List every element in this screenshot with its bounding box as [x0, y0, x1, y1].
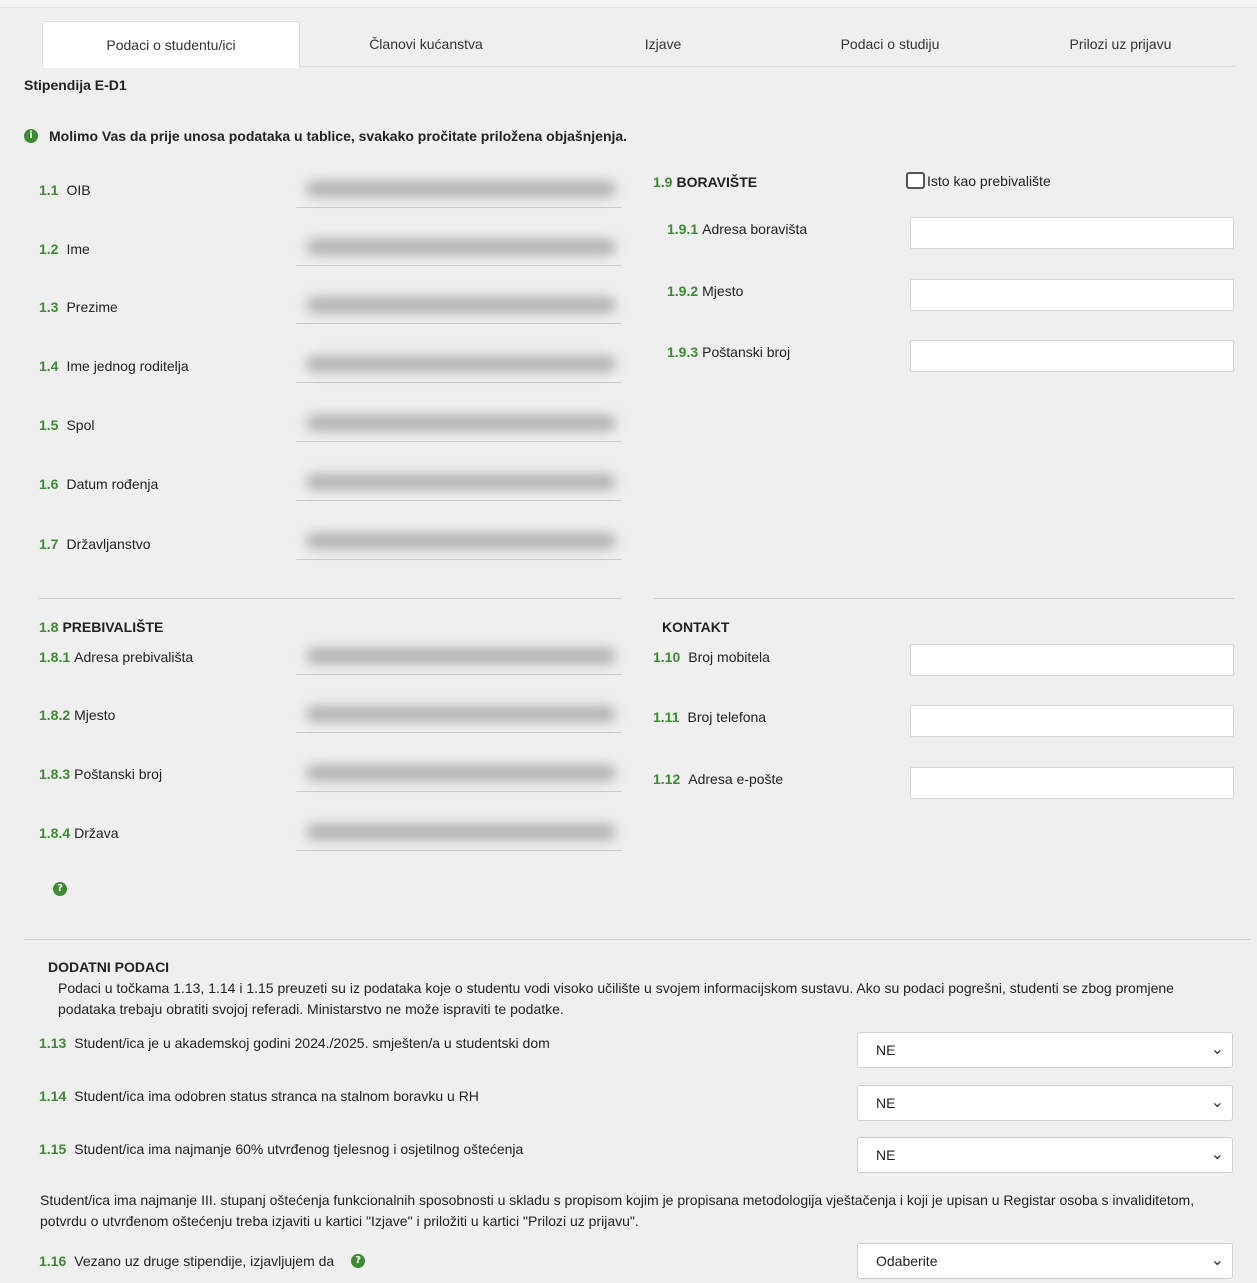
field-label-ime-roditelja: 1.4 Ime jednog roditelja — [39, 358, 189, 374]
field-label-druge-stipendije: 1.16 Vezano uz druge stipendije, izjavlju… — [39, 1253, 366, 1269]
help-icon[interactable]: ? — [53, 882, 67, 896]
prezime-value — [296, 288, 622, 324]
field-label-status-stranca: 1.14 Student/ica ima odobren status stran… — [39, 1088, 479, 1104]
checkbox-label: Isto kao prebivalište — [927, 172, 1051, 189]
kontakt-title: KONTAKT — [662, 619, 730, 635]
field-label-drzavljanstvo: 1.7 Državljanstvo — [39, 536, 151, 552]
spol-value — [296, 406, 622, 442]
divider — [24, 939, 1251, 940]
adresa-boravista-input[interactable] — [910, 217, 1234, 249]
field-label-prezime: 1.3 Prezime — [39, 299, 118, 315]
status-stranca-select[interactable]: NE ⌄ — [857, 1085, 1233, 1121]
field-label-ostecenje: 1.15 Student/ica ima najmanje 60% utvrđen… — [39, 1141, 524, 1157]
tab-izjave[interactable]: Izjave — [552, 21, 774, 67]
field-label-studentski-dom: 1.13 Student/ica je u akademskoj godini 2… — [39, 1035, 550, 1051]
field-label-datum-rodenja: 1.6 Datum rođenja — [39, 476, 159, 492]
prebivaliste-title: 1.8 PREBIVALIŠTE — [39, 619, 164, 635]
chevron-down-icon: ⌄ — [1210, 1094, 1224, 1111]
studentski-dom-select[interactable]: NE ⌄ — [857, 1032, 1233, 1068]
isto-kao-prebivaliste-checkbox[interactable]: Isto kao prebivalište — [906, 172, 1051, 189]
druge-stipendije-select[interactable]: Odaberite ⌄ — [857, 1243, 1233, 1279]
broj-telefona-input[interactable] — [910, 705, 1234, 737]
oib-value — [296, 172, 622, 208]
field-label-oib: 1.1 OIB — [39, 182, 91, 198]
help-icon[interactable]: ? — [351, 1254, 366, 1268]
field-label-adresa-prebivalista: 1.8.1 Adresa prebivališta — [39, 649, 194, 665]
drzavljanstvo-value — [296, 524, 622, 560]
broj-mobitela-input[interactable] — [910, 644, 1234, 676]
drzava-value — [296, 815, 622, 851]
datum-rodenja-value — [296, 465, 622, 501]
invaliditet-paragraph: Student/ica ima najmanje III. stupanj oš… — [40, 1192, 1195, 1229]
chevron-down-icon: ⌄ — [1210, 1041, 1224, 1058]
info-text: Molimo Vas da prije unosa podataka u tab… — [49, 128, 628, 144]
tab-bar: Podaci o studentu/ici Članovi kućanstva … — [42, 21, 1235, 68]
field-label-mjesto-prebivalista: 1.8.2 Mjesto — [39, 707, 116, 723]
mjesto-boravista-input[interactable] — [910, 279, 1234, 311]
field-label-mjesto-boravista: 1.9.2 Mjesto — [667, 283, 744, 299]
adresa-prebivalista-value — [296, 639, 622, 675]
boraviste-title: 1.9 BORAVIŠTE — [653, 174, 758, 190]
tab-podaci-o-studiju[interactable]: Podaci o studiju — [774, 21, 1006, 67]
divider — [653, 598, 1235, 599]
ime-roditelja-value — [296, 347, 622, 383]
field-label-spol: 1.5 Spol — [39, 417, 95, 433]
ostecenje-select[interactable]: NE ⌄ — [857, 1137, 1233, 1173]
tab-clanovi-kucanstva[interactable]: Članovi kućanstva — [300, 21, 552, 67]
select-value: NE — [876, 1147, 896, 1163]
checkbox-box[interactable] — [906, 172, 925, 189]
chevron-down-icon: ⌄ — [1210, 1252, 1224, 1269]
select-value: NE — [876, 1095, 896, 1111]
info-message: i Molimo Vas da prije unosa podataka u t… — [24, 128, 627, 144]
select-value: NE — [876, 1042, 896, 1058]
field-label-adresa-e-poste: 1.12 Adresa e-pošte — [653, 771, 784, 787]
divider — [39, 598, 622, 599]
tab-podaci-o-studentu[interactable]: Podaci o studentu/ici — [42, 21, 300, 68]
field-label-postanski-broj-prebivalista: 1.8.3 Poštanski broj — [39, 766, 163, 782]
form-title: Stipendija E-D1 — [24, 77, 127, 93]
select-value: Odaberite — [876, 1253, 938, 1269]
field-label-broj-telefona: 1.11 Broj telefona — [653, 709, 767, 725]
postanski-broj-boravista-input[interactable] — [910, 340, 1234, 372]
adresa-e-poste-input[interactable] — [910, 767, 1234, 799]
dodatni-podaci-title: DODATNI PODACI — [48, 959, 170, 975]
field-label-ime: 1.2 Ime — [39, 241, 90, 257]
postanski-broj-prebivalista-value — [296, 756, 622, 792]
field-label-drzava: 1.8.4 Država — [39, 825, 119, 841]
top-strip — [0, 0, 1257, 8]
info-icon: i — [24, 129, 38, 143]
dodatni-podaci-paragraph: Podaci u točkama 1.13, 1.14 i 1.15 preuz… — [58, 980, 1174, 1017]
mjesto-prebivalista-value — [296, 697, 622, 733]
chevron-down-icon: ⌄ — [1210, 1146, 1224, 1163]
ime-value — [296, 230, 622, 266]
tab-prilozi-uz-prijavu[interactable]: Prilozi uz prijavu — [1006, 21, 1235, 67]
field-label-adresa-boravista: 1.9.1 Adresa boravišta — [667, 221, 808, 237]
field-label-broj-mobitela: 1.10 Broj mobitela — [653, 649, 770, 665]
field-label-postanski-broj-boravista: 1.9.3 Poštanski broj — [667, 344, 791, 360]
